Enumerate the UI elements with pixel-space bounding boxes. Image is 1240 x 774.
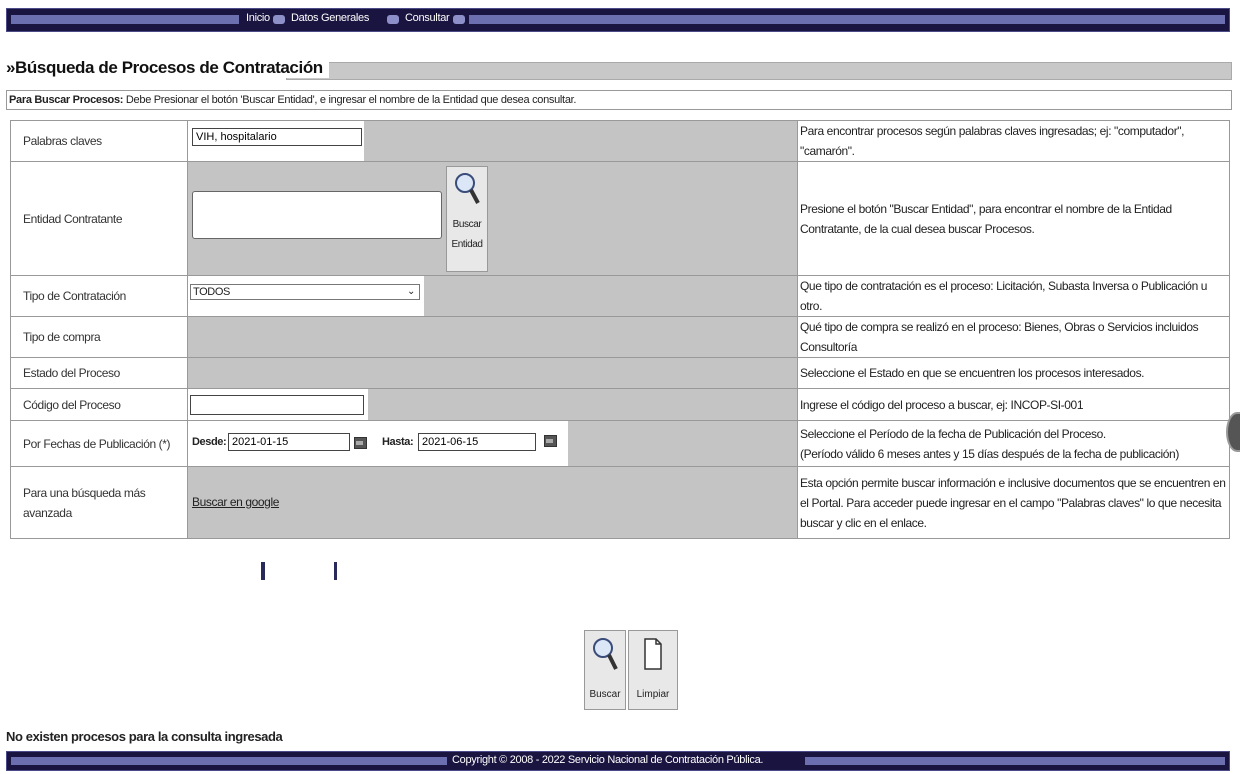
dates-cell: Desde: Hasta: <box>187 420 798 467</box>
marker <box>334 562 337 580</box>
row-purchase-type: Tipo de compra Qué tipo de compra se rea… <box>10 316 1230 358</box>
search-form: Palabras claves Para encontrar procesos … <box>10 120 1230 539</box>
keywords-label: Palabras claves <box>10 120 188 162</box>
to-label: Hasta: <box>382 436 414 448</box>
nav-separator <box>387 15 399 24</box>
magnifier-icon <box>593 638 618 670</box>
row-code: Código del Proceso Ingrese el código del… <box>10 388 1230 421</box>
keywords-help: Para encontrar procesos según palabras c… <box>797 120 1230 162</box>
dates-help-line2: (Período válido 6 meses antes y 15 días … <box>800 446 1179 461</box>
entity-textarea[interactable] <box>192 191 442 239</box>
purchase-type-label: Tipo de compra <box>10 316 188 358</box>
nav-inicio[interactable]: Inicio <box>243 12 273 24</box>
entity-cell: Buscar Entidad <box>187 161 798 276</box>
contract-type-label: Tipo de Contratación <box>10 275 188 317</box>
copyright: Copyright © 2008 - 2022 Servicio Naciona… <box>448 754 768 766</box>
magnifier-icon <box>455 173 480 204</box>
state-help: Seleccione el Estado en que se encuentre… <box>797 357 1230 389</box>
row-contract-type: Tipo de Contratación TODOS ⌄ Que tipo de… <box>10 275 1230 317</box>
calendar-icon[interactable] <box>354 437 367 449</box>
contract-type-select[interactable]: TODOS ⌄ <box>190 284 420 300</box>
instructions-bold: Para Buscar Procesos: <box>9 94 124 106</box>
contract-type-value: TODOS <box>193 286 230 298</box>
top-nav: Inicio Datos Generales Consultar <box>6 8 1230 32</box>
code-label: Código del Proceso <box>10 388 188 421</box>
from-label: Desde: <box>192 436 227 448</box>
google-search-link[interactable]: Buscar en google <box>192 495 279 509</box>
code-help: Ingrese el código del proceso a buscar, … <box>797 388 1230 421</box>
footer-bar-right <box>805 757 1225 765</box>
search-entity-line1: Buscar <box>452 219 482 230</box>
search-entity-line2: Entidad <box>451 239 483 250</box>
page-title: »Búsqueda de Procesos de Contratación <box>6 58 329 78</box>
dates-help-line1: Seleccione el Período de la fecha de Pub… <box>800 426 1106 441</box>
nav-datos-generales[interactable]: Datos Generales <box>288 12 373 24</box>
no-results-message: No existen procesos para la consulta ing… <box>6 729 283 744</box>
nav-separator <box>273 15 285 24</box>
keywords-cell <box>187 120 798 162</box>
nav-bar-right <box>469 15 1225 24</box>
entity-label: Entidad Contratante <box>10 161 188 276</box>
code-input[interactable] <box>190 395 364 415</box>
row-advanced: Para una búsqueda más avanzada Buscar en… <box>10 466 1230 539</box>
calendar-icon[interactable] <box>544 435 557 447</box>
nav-bar-left <box>11 15 239 24</box>
clear-button[interactable]: Limpiar <box>628 630 678 710</box>
state-label: Estado del Proceso <box>10 357 188 389</box>
instructions: Para Buscar Procesos: Debe Presionar el … <box>6 90 1232 110</box>
row-entity: Entidad Contratante Buscar Entidad Presi… <box>10 161 1230 276</box>
row-keywords: Palabras claves Para encontrar procesos … <box>10 120 1230 162</box>
entity-help: Presione el botón "Buscar Entidad", para… <box>797 161 1230 276</box>
search-button[interactable]: Buscar <box>584 630 626 710</box>
to-date-input[interactable] <box>418 433 536 451</box>
row-state: Estado del Proceso Seleccione el Estado … <box>10 357 1230 389</box>
purchase-type-cell <box>187 316 798 358</box>
marker <box>261 562 265 580</box>
instructions-text: Debe Presionar el botón 'Buscar Entidad'… <box>123 94 577 106</box>
document-icon <box>644 638 662 670</box>
search-button-label: Buscar <box>589 689 621 700</box>
footer-bar-left <box>11 757 447 765</box>
footer: Copyright © 2008 - 2022 Servicio Naciona… <box>6 751 1230 771</box>
advanced-cell: Buscar en google <box>187 466 798 539</box>
clear-button-label: Limpiar <box>636 689 670 700</box>
row-dates: Por Fechas de Publicación (*) Desde: Has… <box>10 420 1230 467</box>
from-date-input[interactable] <box>228 433 350 451</box>
nav-separator <box>453 15 465 24</box>
search-entity-button[interactable]: Buscar Entidad <box>446 166 488 272</box>
keywords-input[interactable] <box>192 128 362 146</box>
chevron-down-icon: ⌄ <box>407 286 415 297</box>
purchase-type-help: Qué tipo de compra se realizó en el proc… <box>797 316 1230 358</box>
section-header: »Búsqueda de Procesos de Contratación <box>6 58 1232 82</box>
contract-type-cell: TODOS ⌄ <box>187 275 798 317</box>
nav-consultar[interactable]: Consultar <box>402 12 453 24</box>
header-bar <box>286 62 1232 80</box>
code-cell <box>187 388 798 421</box>
contract-type-help: Que tipo de contratación es el proceso: … <box>797 275 1230 317</box>
dates-label: Por Fechas de Publicación (*) <box>10 420 188 467</box>
advanced-help: Esta opción permite buscar información e… <box>797 466 1230 539</box>
dates-help: Seleccione el Período de la fecha de Pub… <box>797 420 1230 467</box>
advanced-label: Para una búsqueda más avanzada <box>10 466 188 539</box>
state-cell <box>187 357 798 389</box>
